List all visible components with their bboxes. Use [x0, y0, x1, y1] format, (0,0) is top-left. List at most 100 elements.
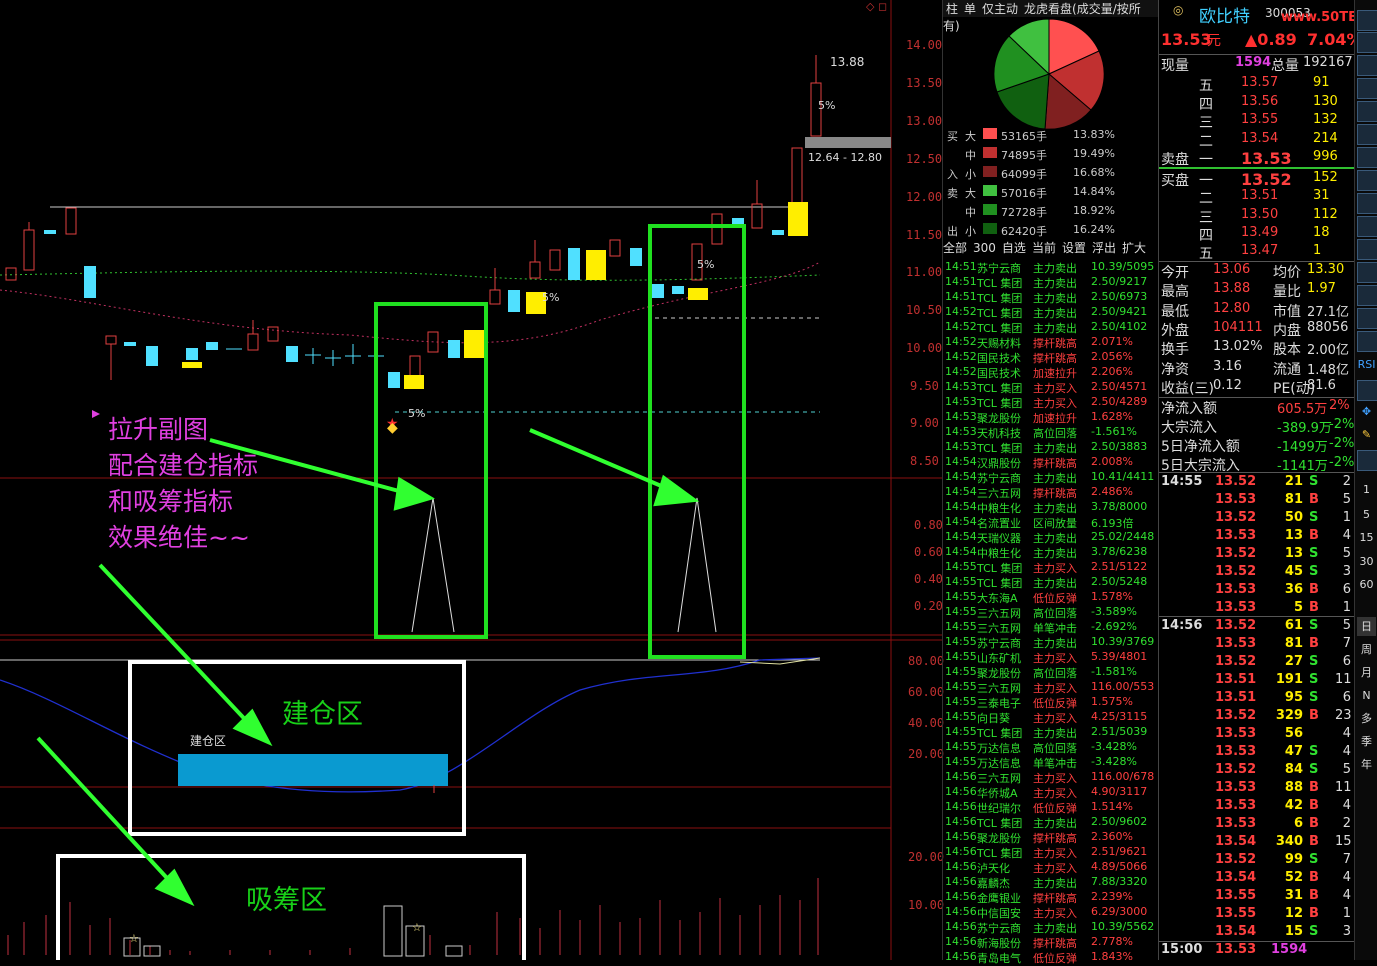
- period-1min[interactable]: 1: [1357, 480, 1376, 499]
- ask-row[interactable]: 二 13.54 214: [1159, 131, 1355, 150]
- candle-icon[interactable]: [1357, 147, 1377, 168]
- feed-row[interactable]: 14:56 苏宁云商 主力卖出 10.39/5562: [943, 920, 1159, 935]
- period-quarter[interactable]: 季: [1357, 732, 1376, 751]
- feed-row[interactable]: 14:54 汉鼎股份 撑杆跳高 2.008%: [943, 455, 1159, 470]
- feed-row[interactable]: 14:55 大东海A 低位反弹 1.578%: [943, 590, 1159, 605]
- feed-row[interactable]: 14:56 三六五网 主力买入 116.00/678: [943, 770, 1159, 785]
- tab-single[interactable]: 单: [961, 2, 979, 16]
- feed-row[interactable]: 14:54 天瑞仪器 主力卖出 25.02/2448: [943, 530, 1159, 545]
- f9-icon[interactable]: [1357, 170, 1377, 191]
- bid-row[interactable]: 三 13.50 112: [1159, 207, 1355, 226]
- f11-icon[interactable]: [1357, 216, 1377, 237]
- feed-row[interactable]: 14:56 中信国安 主力买入 6.29/3000: [943, 905, 1159, 920]
- feed-row[interactable]: 14:54 名流置业 区间放量 6.193倍: [943, 515, 1159, 530]
- feed-row[interactable]: 14:55 TCL 集团 主力卖出 2.50/5248: [943, 575, 1159, 590]
- feed-row[interactable]: 14:55 万达信息 单笔冲击 -3.428%: [943, 755, 1159, 770]
- feed-row[interactable]: 14:55 三泰电子 低位反弹 1.575%: [943, 695, 1159, 710]
- trend-icon[interactable]: [1357, 124, 1377, 145]
- feed-row[interactable]: 14:51 苏宁云商 主力卖出 10.39/5095: [943, 260, 1159, 275]
- btn-300[interactable]: 300: [973, 241, 996, 255]
- feed-row[interactable]: 14:52 TCL 集团 主力卖出 2.50/9421: [943, 305, 1159, 320]
- period-week[interactable]: 周: [1357, 640, 1376, 659]
- period-60min[interactable]: 60: [1357, 575, 1376, 594]
- feed-row[interactable]: 14:55 TCL 集团 主力卖出 2.51/5039: [943, 725, 1159, 740]
- feed-row[interactable]: 14:56 嘉麟杰 主力卖出 7.88/3320: [943, 875, 1159, 890]
- feed-row[interactable]: 14:56 世纪瑞尔 低位反弹 1.514%: [943, 800, 1159, 815]
- feed-row[interactable]: 14:56 TCL 集团 主力买入 2.51/9621: [943, 845, 1159, 860]
- period-n[interactable]: N: [1357, 686, 1376, 705]
- tab-bar-chart[interactable]: 柱: [943, 2, 961, 16]
- feed-row[interactable]: 14:56 华侨城A 主力买入 4.90/3117: [943, 785, 1159, 800]
- f12-icon[interactable]: [1357, 239, 1377, 260]
- bid-row[interactable]: 四 13.49 18: [1159, 225, 1355, 244]
- feed-row[interactable]: 14:52 国民技术 撑杆跳高 2.056%: [943, 350, 1159, 365]
- feed-row[interactable]: 14:54 中粮生化 主力卖出 3.78/6238: [943, 545, 1159, 560]
- feed-row[interactable]: 14:53 天机科技 高位回落 -1.561%: [943, 425, 1159, 440]
- feed-row[interactable]: 14:52 天赐材料 撑杆跳高 2.071%: [943, 335, 1159, 350]
- btn-expand[interactable]: 扩大: [1122, 241, 1146, 255]
- ask-row[interactable]: 卖盘一 13.53 996: [1159, 149, 1355, 168]
- feed-row[interactable]: 14:54 中粮生化 主力卖出 3.78/8000: [943, 500, 1159, 515]
- feed-row[interactable]: 14:52 国民技术 加速拉升 2.206%: [943, 365, 1159, 380]
- f2-icon[interactable]: [1357, 262, 1377, 283]
- bid-row[interactable]: 二 13.51 31: [1159, 188, 1355, 207]
- kline-chart-area[interactable]: 14.00 13.50 13.00 12.50 12.00 11.50 11.0…: [0, 0, 944, 960]
- feed-row[interactable]: 14:55 苏宁云商 主力卖出 10.39/3769: [943, 635, 1159, 650]
- feed-row[interactable]: 14:53 TCL 集团 主力卖出 2.50/3883: [943, 440, 1159, 455]
- f10-icon[interactable]: [1357, 193, 1377, 214]
- feed-row[interactable]: 14:51 TCL 集团 主力卖出 2.50/6973: [943, 290, 1159, 305]
- period-month[interactable]: 月: [1357, 663, 1376, 682]
- btn-all[interactable]: 全部: [943, 241, 967, 255]
- feed-row[interactable]: 14:55 向日葵 主力买入 4.25/3115: [943, 710, 1159, 725]
- period-day[interactable]: 日: [1357, 617, 1376, 636]
- btn-settings[interactable]: 设置: [1062, 241, 1086, 255]
- btn-watchlist[interactable]: 自选: [1002, 241, 1026, 255]
- feed-row[interactable]: 14:55 三六五网 单笔冲击 -2.692%: [943, 620, 1159, 635]
- btn-float[interactable]: 浮出: [1092, 241, 1116, 255]
- bid-row[interactable]: 买盘一 13.52 152: [1159, 170, 1355, 189]
- chart-corner-icon[interactable]: ◇ ◻: [866, 0, 887, 13]
- period-year[interactable]: 年: [1357, 755, 1376, 774]
- window-icon[interactable]: [1357, 101, 1377, 122]
- feed-row[interactable]: 14:52 TCL 集团 主力卖出 2.50/4102: [943, 320, 1159, 335]
- f6-icon[interactable]: [1357, 331, 1377, 352]
- period-15min[interactable]: 15: [1357, 528, 1376, 547]
- feed-row[interactable]: 14:53 TCL 集团 主力买入 2.50/4571: [943, 380, 1159, 395]
- feed-row[interactable]: 14:55 聚龙股份 高位回落 -1.581%: [943, 665, 1159, 680]
- bid-row[interactable]: 五 13.47 1: [1159, 243, 1355, 262]
- move-icon[interactable]: ✥: [1357, 402, 1376, 421]
- feed-row[interactable]: 14:55 TCL 集团 主力买入 2.51/5122: [943, 560, 1159, 575]
- ask-row[interactable]: 四 13.56 130: [1159, 94, 1355, 113]
- ask-row[interactable]: 三 13.55 132: [1159, 112, 1355, 131]
- feed-row[interactable]: 14:56 泸天化 主力买入 4.89/5066: [943, 860, 1159, 875]
- feed-row[interactable]: 14:56 聚龙股份 撑杆跳高 2.360%: [943, 830, 1159, 845]
- list-icon[interactable]: [1357, 78, 1377, 99]
- feed-row[interactable]: 14:56 青岛电气 低位反弹 1.843%: [943, 950, 1159, 965]
- feed-row[interactable]: 14:53 聚龙股份 加速拉升 1.628%: [943, 410, 1159, 425]
- f3-icon[interactable]: [1357, 285, 1377, 306]
- feed-row[interactable]: 14:55 山东矿机 主力买入 5.39/4801: [943, 650, 1159, 665]
- feed-row[interactable]: 14:56 新海股份 撑杆跳高 2.778%: [943, 935, 1159, 950]
- feed-row[interactable]: 14:54 苏宁云商 主力卖出 10.41/4411: [943, 470, 1159, 485]
- feed-row[interactable]: 14:53 TCL 集团 主力买入 2.50/4289: [943, 395, 1159, 410]
- zoom-in-icon[interactable]: [1357, 380, 1377, 401]
- chart-icon[interactable]: [1357, 10, 1377, 31]
- feed-row[interactable]: 14:56 金鹰银业 撑杆跳高 2.239%: [943, 890, 1159, 905]
- period-multi[interactable]: 多: [1357, 709, 1376, 728]
- btn-current[interactable]: 当前: [1032, 241, 1056, 255]
- feed-row[interactable]: 14:55 万达信息 高位回落 -3.428%: [943, 740, 1159, 755]
- f5-icon[interactable]: [1357, 450, 1377, 471]
- feed-row[interactable]: 14:55 三六五网 主力买入 116.00/553: [943, 680, 1159, 695]
- ask-row[interactable]: 五 13.57 91: [1159, 75, 1355, 94]
- f4-icon[interactable]: [1357, 308, 1377, 329]
- feed-row[interactable]: 14:51 TCL 集团 主力卖出 2.50/9217: [943, 275, 1159, 290]
- table-icon[interactable]: [1357, 55, 1377, 76]
- sidebar-rsi[interactable]: RSI: [1357, 355, 1376, 374]
- grid-icon[interactable]: [1357, 32, 1377, 53]
- period-5min[interactable]: 5: [1357, 505, 1376, 524]
- period-30min[interactable]: 30: [1357, 552, 1376, 571]
- feed-row[interactable]: 14:54 三六五网 撑杆跳高 2.486%: [943, 485, 1159, 500]
- tab-active-only[interactable]: 仅主动: [979, 2, 1021, 16]
- feed-row[interactable]: 14:56 TCL 集团 主力卖出 2.50/9602: [943, 815, 1159, 830]
- pen-icon[interactable]: ✎: [1357, 425, 1376, 444]
